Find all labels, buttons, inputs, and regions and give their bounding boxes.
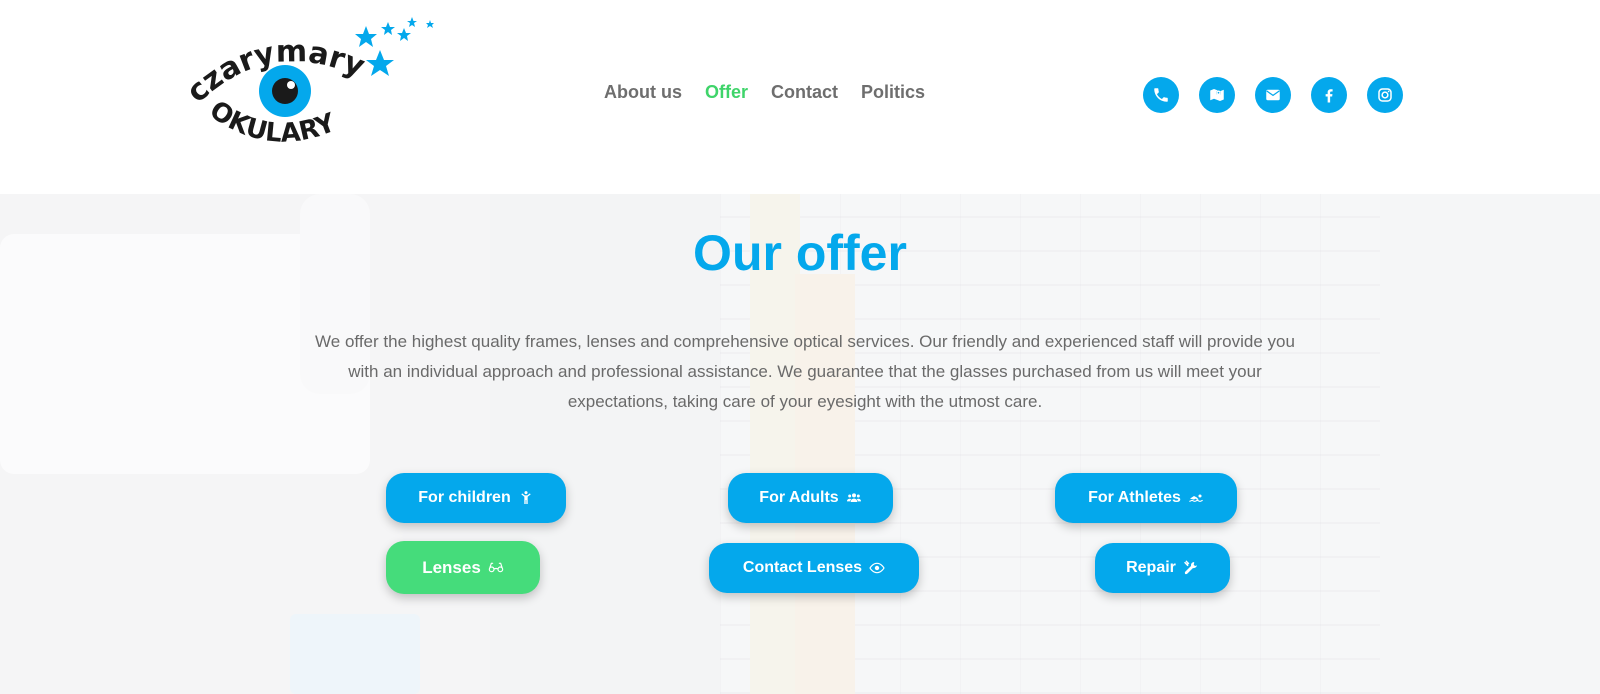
map-icon [1210, 89, 1224, 101]
nav-offer[interactable]: Offer [705, 82, 748, 103]
instagram-button[interactable] [1367, 77, 1403, 113]
facebook-icon [1325, 89, 1333, 103]
email-button[interactable] [1255, 77, 1291, 113]
repair-button[interactable]: Repair [1095, 543, 1230, 593]
map-button[interactable] [1199, 77, 1235, 113]
glasses-icon [488, 562, 504, 572]
site-header: czarymary OKULARY About us Offer Contact… [0, 0, 1600, 194]
phone-icon [1154, 88, 1168, 102]
button-label: Lenses [422, 557, 481, 577]
czarymary-okulary-logo[interactable]: czarymary OKULARY [190, 14, 446, 154]
offer-section: Our offer We offer the highest quality f… [0, 194, 1600, 694]
for-adults-button[interactable]: For Adults [728, 473, 893, 523]
facebook-button[interactable] [1311, 77, 1347, 113]
main-nav: About us Offer Contact Politics [604, 82, 948, 103]
button-label: For Adults [759, 489, 839, 506]
for-athletes-button[interactable]: For Athletes [1055, 473, 1237, 523]
instagram-icon [1378, 88, 1392, 102]
swimmer-icon [1189, 494, 1203, 502]
nav-contact[interactable]: Contact [771, 82, 838, 103]
button-label: For Athletes [1088, 489, 1181, 506]
button-label: For children [418, 489, 511, 506]
lenses-button[interactable]: Lenses [386, 541, 540, 594]
social-links [1143, 77, 1403, 113]
users-icon [846, 493, 861, 502]
button-label: Repair [1126, 559, 1176, 576]
button-label: Contact Lenses [742, 559, 863, 576]
tools-icon [1184, 560, 1197, 575]
nav-politics[interactable]: Politics [861, 82, 925, 103]
for-children-button[interactable]: For children [386, 473, 566, 523]
envelope-icon [1266, 89, 1280, 101]
nav-about-us[interactable]: About us [604, 82, 682, 103]
page-title: Our offer [693, 225, 907, 281]
child-icon [521, 491, 531, 504]
eye-icon [869, 562, 885, 574]
phone-button[interactable] [1143, 77, 1179, 113]
offer-description: We offer the highest quality frames, len… [315, 332, 1295, 411]
contact-lenses-button[interactable]: Contact Lenses [709, 543, 919, 593]
